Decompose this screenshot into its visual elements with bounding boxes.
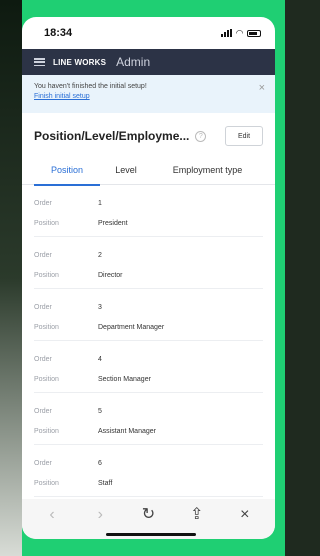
share-icon[interactable]: ⇪: [182, 507, 212, 523]
signal-icon: [221, 29, 233, 37]
position-value: Director: [98, 271, 123, 279]
order-label: Order: [34, 407, 52, 415]
help-icon[interactable]: ?: [195, 130, 207, 142]
list-item[interactable]: Order 5 Position Assistant Manager: [34, 393, 263, 445]
status-bar: 18:34 ◠: [22, 17, 275, 49]
brand-section: Admin: [116, 55, 151, 69]
position-value: Department Manager: [98, 323, 165, 331]
position-label: Position: [34, 323, 59, 331]
edit-button[interactable]: Edit: [225, 126, 263, 146]
position-label: Position: [34, 427, 59, 435]
order-value: 6: [98, 459, 102, 467]
tab-employment-type[interactable]: Employment type: [152, 155, 263, 185]
status-icons: ◠: [221, 28, 261, 39]
position-list: Order 1 Position President Order 2 Position…: [22, 185, 275, 497]
order-value: 1: [98, 199, 102, 207]
position-label: Position: [34, 479, 59, 487]
order-label: Order: [34, 459, 52, 467]
phone-screen: 18:34 ◠ LINE WORKS Admin You haven't fin…: [22, 17, 275, 539]
position-value: President: [98, 219, 128, 227]
reload-icon[interactable]: ↻: [133, 507, 163, 523]
browser-toolbar: ‹ › ↻ ⇪ ×: [22, 499, 275, 539]
order-label: Order: [34, 251, 52, 259]
list-item[interactable]: Order 1 Position President: [34, 185, 263, 237]
notice-message: You haven't finished the initial setup!: [34, 83, 147, 90]
list-item[interactable]: Order 6 Position Staff: [34, 445, 263, 497]
close-icon[interactable]: ×: [230, 507, 260, 523]
home-indicator[interactable]: [106, 533, 196, 536]
order-value: 2: [98, 251, 102, 259]
order-label: Order: [34, 303, 52, 311]
order-value: 4: [98, 355, 102, 363]
app-header: LINE WORKS Admin: [22, 49, 275, 75]
position-value: Staff: [98, 479, 113, 487]
close-icon[interactable]: ×: [259, 83, 265, 94]
wifi-icon: ◠: [236, 27, 243, 38]
position-value: Assistant Manager: [98, 427, 156, 435]
setup-notice: You haven't finished the initial setup! …: [22, 75, 275, 113]
menu-icon[interactable]: [34, 58, 45, 66]
order-label: Order: [34, 199, 52, 207]
tab-bar: Position Level Employment type: [22, 155, 275, 186]
order-value: 3: [98, 303, 102, 311]
battery-icon: [247, 29, 261, 37]
list-item[interactable]: Order 3 Position Department Manager: [34, 289, 263, 341]
list-item[interactable]: Order 2 Position Director: [34, 237, 263, 289]
order-value: 5: [98, 407, 102, 415]
position-label: Position: [34, 219, 59, 227]
page-title: Position/Level/Employme...: [34, 129, 190, 143]
position-label: Position: [34, 375, 59, 383]
list-item[interactable]: Order 4 Position Section Manager: [34, 341, 263, 393]
background: [0, 0, 22, 556]
back-icon[interactable]: ‹: [37, 507, 67, 523]
page-header: Position/Level/Employme... ? Edit: [22, 117, 275, 155]
status-time: 18:34: [44, 27, 73, 39]
position-label: Position: [34, 271, 59, 279]
tab-position[interactable]: Position: [34, 155, 100, 186]
tab-level[interactable]: Level: [106, 155, 146, 185]
position-value: Section Manager: [98, 375, 151, 383]
forward-icon[interactable]: ›: [85, 507, 115, 523]
order-label: Order: [34, 355, 52, 363]
brand-logo: LINE WORKS: [53, 57, 107, 67]
finish-setup-link[interactable]: Finish initial setup: [34, 93, 263, 100]
